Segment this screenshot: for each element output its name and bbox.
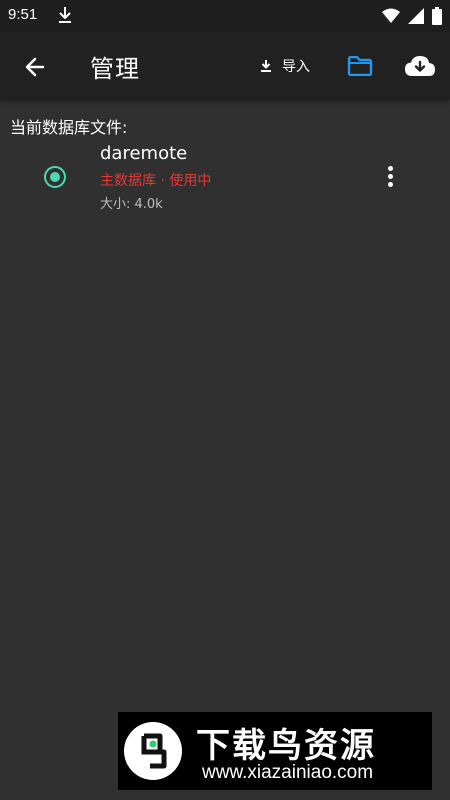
database-name: daremote: [100, 143, 188, 164]
signal-icon: [408, 8, 424, 24]
download-icon: [261, 60, 271, 72]
folder-button[interactable]: [344, 50, 376, 82]
battery-icon: [432, 7, 442, 25]
watermark-title: 下载鸟资源: [196, 726, 376, 766]
radio-checked-indicator: [50, 172, 60, 182]
arrow-left-icon: [25, 57, 45, 77]
watermark-logo: [124, 722, 182, 780]
watermark-url: www.xiazainiao.com: [202, 762, 374, 783]
more-options-button[interactable]: [378, 162, 402, 190]
folder-icon: [347, 56, 373, 76]
wifi-icon: [382, 8, 400, 23]
cloud-download-icon: [405, 56, 435, 76]
app-bar: 管理 导入: [0, 32, 450, 100]
database-size: 大小: 4.0k: [100, 197, 163, 212]
database-list-item[interactable]: daremote 主数据库 · 使用中 大小: 4.0k: [0, 140, 450, 212]
import-label: 导入: [282, 59, 310, 75]
status-icons: [382, 7, 442, 25]
back-button[interactable]: [18, 50, 52, 84]
section-label: 当前数据库文件:: [10, 118, 128, 137]
database-radio-button[interactable]: [44, 166, 66, 188]
more-vert-icon: [387, 165, 393, 171]
import-button[interactable]: 导入: [260, 54, 310, 78]
cloud-download-button[interactable]: [402, 50, 438, 82]
status-time: 9:51: [8, 6, 38, 23]
database-status: 主数据库 · 使用中: [100, 173, 212, 189]
page-title: 管理: [90, 55, 140, 83]
download-icon: [59, 7, 71, 23]
bird-logo-icon: [141, 733, 167, 769]
status-bar: 9:51: [0, 0, 450, 32]
watermark: 下载鸟资源 www.xiazainiao.com: [118, 712, 432, 790]
